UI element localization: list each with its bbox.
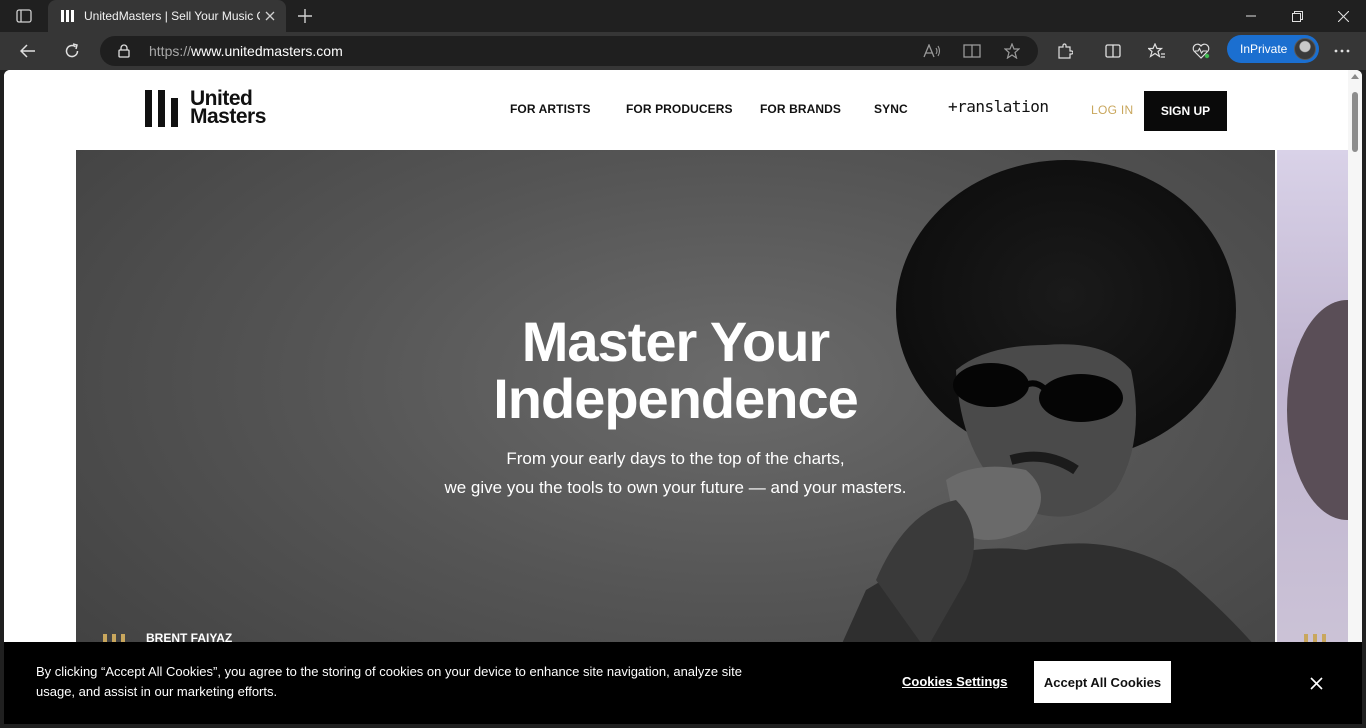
inprivate-button[interactable]: InPrivate — [1227, 35, 1319, 63]
scroll-up-arrow-icon[interactable] — [1351, 74, 1359, 79]
nav-sync[interactable]: SYNC — [874, 102, 908, 116]
new-tab-button[interactable] — [294, 5, 316, 27]
logo-wordmark: United Masters — [190, 88, 266, 128]
hero-portrait-image — [806, 160, 1275, 724]
inprivate-label: InPrivate — [1240, 42, 1288, 56]
close-icon[interactable] — [1307, 674, 1325, 692]
unitedmasters-favicon-icon — [60, 8, 76, 24]
url-host: www.unitedmasters.com — [191, 43, 343, 59]
extensions-button[interactable] — [1051, 38, 1079, 64]
tab-close-icon[interactable] — [262, 8, 278, 24]
minimize-button[interactable] — [1228, 4, 1274, 28]
close-icon — [1337, 10, 1349, 22]
site-header: United Masters FOR ARTISTS FOR PRODUCERS… — [4, 70, 1348, 150]
heart-pulse-icon — [1192, 43, 1210, 59]
settings-more-button[interactable] — [1328, 38, 1356, 64]
hero-title: Master Your Independence — [76, 313, 1275, 427]
split-screen-icon — [1105, 44, 1121, 58]
url-protocol: https:// — [149, 43, 192, 59]
signup-button[interactable]: SIGN UP — [1144, 91, 1227, 131]
logo-bars-icon — [145, 89, 178, 127]
split-screen-button[interactable] — [1099, 38, 1127, 64]
cookies-settings-button[interactable]: Cookies Settings — [902, 674, 1007, 689]
tab-strip: UnitedMasters | Sell Your Music Online — [0, 0, 1366, 32]
refresh-icon — [65, 43, 79, 58]
cookie-banner: By clicking “Accept All Cookies”, you ag… — [4, 642, 1362, 724]
hero-slide: Master Your Independence From your early… — [76, 150, 1275, 724]
url-text[interactable]: https://www.unitedmasters.com — [149, 43, 343, 59]
back-button[interactable] — [14, 38, 42, 64]
active-tab[interactable]: UnitedMasters | Sell Your Music Online — [48, 0, 286, 32]
hero-subtitle-line-2: we give you the tools to own your future… — [444, 478, 907, 497]
scrollbar-thumb[interactable] — [1352, 92, 1358, 152]
hero-title-line-1: Master Your — [521, 310, 830, 373]
page-scrollbar[interactable] — [1348, 70, 1362, 724]
puzzle-icon — [1058, 43, 1073, 59]
browser-essentials-button[interactable] — [1187, 38, 1215, 64]
nav-translation[interactable]: +ranslation — [948, 97, 1049, 116]
minimize-icon — [1246, 15, 1256, 17]
next-slide-image — [1287, 300, 1348, 520]
tab-actions-button[interactable] — [12, 6, 36, 26]
tab-actions-icon — [16, 9, 32, 23]
accept-all-cookies-button[interactable]: Accept All Cookies — [1034, 661, 1171, 703]
profile-avatar — [1294, 38, 1316, 60]
login-link[interactable]: LOG IN — [1091, 103, 1133, 117]
nav-for-artists[interactable]: FOR ARTISTS — [510, 102, 591, 116]
immersive-reader-icon[interactable] — [961, 40, 983, 62]
close-window-button[interactable] — [1320, 4, 1366, 28]
back-arrow-icon — [20, 44, 35, 58]
hero-subtitle-line-1: From your early days to the top of the c… — [506, 449, 845, 468]
cookie-consent-text: By clicking “Accept All Cookies”, you ag… — [36, 664, 742, 699]
browser-toolbar: https://www.unitedmasters.com InPrivate — [0, 32, 1366, 70]
favorites-button[interactable] — [1143, 38, 1171, 64]
nav-for-producers[interactable]: FOR PRODUCERS — [626, 102, 733, 116]
more-dots-icon — [1334, 49, 1350, 53]
lock-icon[interactable] — [116, 43, 132, 59]
read-aloud-icon[interactable] — [921, 40, 943, 62]
hero-subtitle: From your early days to the top of the c… — [76, 444, 1275, 502]
plus-icon — [298, 9, 312, 23]
tab-title: UnitedMasters | Sell Your Music Online — [84, 9, 260, 23]
unitedmasters-logo[interactable]: United Masters — [145, 88, 285, 128]
next-slide-preview[interactable] — [1277, 150, 1348, 724]
logo-line-2: Masters — [190, 105, 266, 128]
favorite-star-icon[interactable] — [1001, 40, 1023, 62]
page-viewport: United Masters FOR ARTISTS FOR PRODUCERS… — [4, 70, 1362, 724]
nav-for-brands[interactable]: FOR BRANDS — [760, 102, 841, 116]
restore-icon — [1291, 10, 1303, 22]
restore-button[interactable] — [1274, 4, 1320, 28]
refresh-button[interactable] — [58, 38, 86, 64]
address-bar[interactable]: https://www.unitedmasters.com — [100, 36, 1038, 66]
favorites-star-list-icon — [1148, 43, 1165, 58]
hero-title-line-2: Independence — [493, 367, 859, 430]
